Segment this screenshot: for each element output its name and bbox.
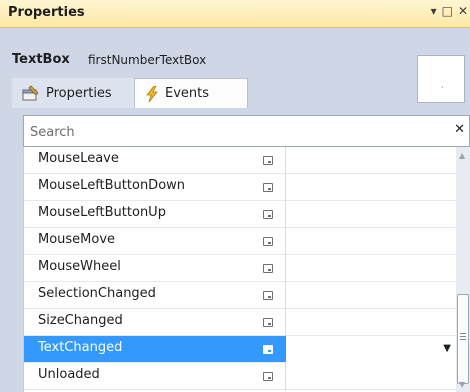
vertical-scrollbar[interactable]: ▲ ▼ (456, 147, 470, 392)
tab-properties-label: Properties (46, 85, 112, 101)
event-row[interactable]: MouseMove (24, 228, 456, 255)
event-name: MouseMove (38, 232, 116, 247)
event-handler-dropdown[interactable]: ▼ (286, 336, 456, 363)
event-name: TextChanged (38, 340, 123, 355)
scroll-up-arrow-icon[interactable]: ▲ (459, 151, 465, 160)
search-box: ✕ (23, 115, 470, 147)
event-name: MouseLeave (38, 151, 119, 166)
event-handler-icon (263, 372, 273, 381)
event-row[interactable]: MouseLeftButtonDown (24, 174, 456, 201)
event-name: MouseWheel (38, 259, 121, 274)
clear-search-icon[interactable]: ✕ (454, 122, 465, 137)
properties-title-bar: Properties ▾ □ ✕ (0, 0, 470, 28)
close-icon[interactable]: ✕ (458, 4, 468, 18)
column-divider (285, 147, 286, 174)
column-divider (285, 255, 286, 282)
events-grid: MouseLeave MouseLeftButtonDown MouseLeft… (23, 147, 456, 392)
column-divider (285, 201, 286, 228)
column-divider (285, 309, 286, 336)
event-name: MouseLeftButtonUp (38, 205, 166, 220)
grip-icon (460, 333, 466, 342)
dropdown-icon[interactable]: ▾ (431, 4, 437, 18)
object-preview-thumbnail: · (417, 55, 465, 103)
tab-properties[interactable]: Properties (12, 78, 134, 108)
lightning-icon (145, 85, 159, 102)
event-row[interactable]: SelectionChanged (24, 282, 456, 309)
panel-title: Properties (8, 5, 85, 20)
event-row-selected[interactable]: TextChanged ▼ (24, 336, 456, 363)
event-name: MouseLeftButtonDown (38, 178, 186, 193)
column-divider (285, 363, 286, 390)
event-handler-icon (263, 210, 273, 219)
tab-events-label: Events (165, 86, 210, 101)
maximize-icon[interactable]: □ (442, 4, 453, 18)
event-handler-icon (263, 156, 273, 165)
event-row[interactable]: MouseWheel (24, 255, 456, 282)
properties-icon (22, 85, 40, 101)
event-name: SizeChanged (38, 313, 123, 328)
event-handler-icon (263, 291, 273, 300)
object-type-label: TextBox (12, 52, 70, 67)
dropdown-arrow-icon[interactable]: ▼ (443, 343, 451, 354)
event-handler-icon (263, 345, 273, 354)
preview-dot: · (441, 83, 444, 92)
object-name-label: firstNumberTextBox (88, 53, 207, 67)
column-divider (285, 228, 286, 255)
event-handler-icon (263, 318, 273, 327)
tab-events[interactable]: Events (134, 78, 248, 108)
event-handler-icon (263, 237, 273, 246)
event-handler-icon (263, 183, 273, 192)
event-row[interactable]: MouseLeave (24, 147, 456, 174)
event-row[interactable]: Unloaded (24, 363, 456, 390)
scroll-thumb[interactable] (457, 294, 469, 384)
column-divider (285, 282, 286, 309)
event-name: Unloaded (38, 367, 100, 382)
event-name: SelectionChanged (38, 286, 156, 301)
tab-strip: Properties Events (12, 78, 248, 108)
event-row[interactable]: SizeChanged (24, 309, 456, 336)
event-handler-icon (263, 264, 273, 273)
search-input[interactable] (30, 122, 430, 142)
scroll-down-arrow-icon[interactable]: ▼ (459, 380, 465, 389)
column-divider (285, 174, 286, 201)
title-bar-controls: ▾ □ ✕ (431, 4, 468, 18)
event-row[interactable]: MouseLeftButtonUp (24, 201, 456, 228)
